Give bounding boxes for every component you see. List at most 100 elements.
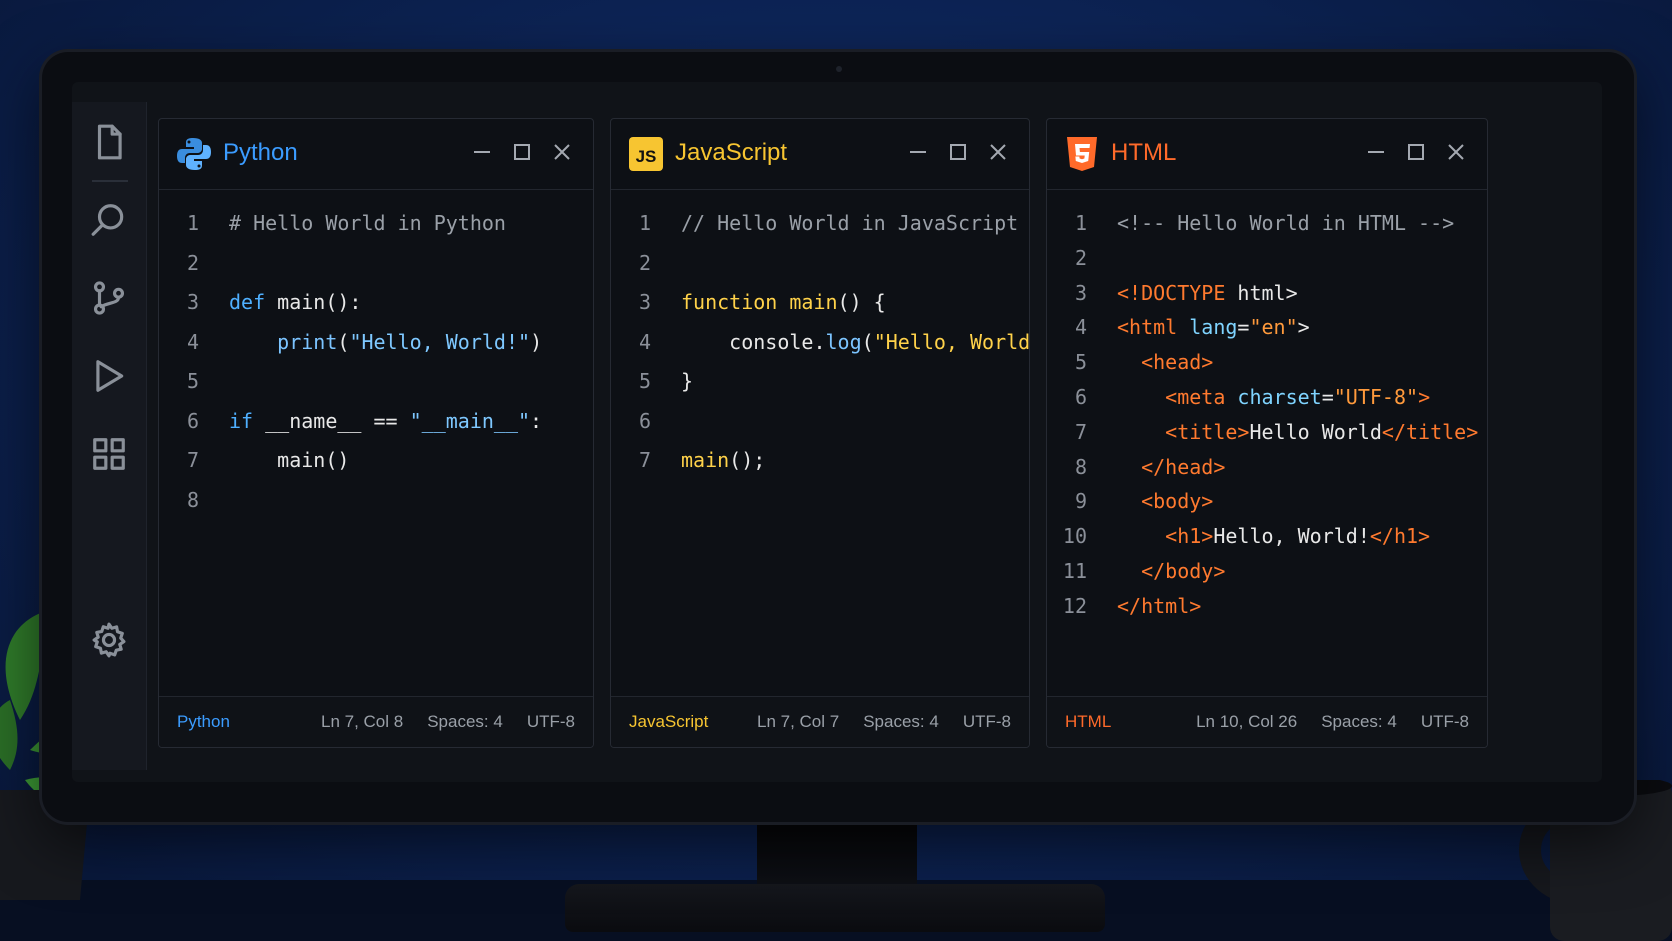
status-encoding[interactable]: UTF-8 [527,712,575,732]
line-number: 2 [186,250,199,275]
line-number: 6 [186,408,199,433]
code-token: Hello, World! [1213,524,1370,549]
code-token: log [825,329,862,354]
code-line[interactable]: if __name__ == "__main__": [229,409,542,433]
html5-logo-icon [1067,137,1097,171]
editor-title: Python [223,139,298,166]
line-number: 12 [1062,593,1087,618]
maximize-icon[interactable] [947,141,969,163]
line-number: 8 [1074,454,1087,479]
code-token: print [277,329,338,354]
code-line[interactable]: <h1>Hello, World!</h1> [1117,524,1430,548]
code-line[interactable]: # Hello World in Python [229,211,506,235]
close-icon[interactable] [1445,141,1467,163]
code-token: def [229,290,278,314]
code-token: ( [337,329,350,354]
code-line[interactable]: <body> [1117,489,1213,513]
code-token: lang [1189,315,1238,340]
code-line[interactable]: <!DOCTYPE html> [1117,281,1298,305]
code-token: "Hello, World!" [873,329,1030,354]
code-line[interactable]: main() [229,448,349,472]
code-line[interactable]: <head> [1117,350,1213,374]
code-line[interactable]: main(); [681,448,765,472]
code-line[interactable]: </html> [1117,594,1201,618]
minimize-icon[interactable] [907,141,929,163]
line-number: 6 [638,408,651,433]
activity-bar [72,102,147,770]
code-token: </title> [1381,419,1479,444]
run-debug-icon[interactable] [85,352,133,400]
code-token: </body> [1117,559,1226,583]
code-line[interactable]: } [681,369,693,393]
code-line[interactable]: // Hello World in JavaScript [681,211,1018,235]
code-line[interactable]: </body> [1117,559,1225,583]
source-control-icon[interactable] [85,274,133,322]
code-token: = [1237,315,1250,340]
minimize-icon[interactable] [471,141,493,163]
code-line[interactable]: <!-- Hello World in HTML --> [1117,211,1454,235]
code-token: "UTF-8" [1333,385,1419,409]
code-token: > [1418,385,1431,409]
code-line[interactable]: def main(): [229,290,361,314]
code-line[interactable]: </head> [1117,455,1225,479]
explorer-icon[interactable] [85,118,133,166]
code-line[interactable]: function main() { [681,290,886,314]
monitor: Python 1 # Hello World in Python 2 3 def mai… [42,52,1634,822]
line-number: 8 [186,487,199,512]
code-line[interactable]: <meta charset="UTF-8"> [1117,385,1430,409]
line-number: 11 [1062,559,1087,583]
line-number: 4 [186,329,199,354]
editor-header: JS JavaScript [611,119,1029,190]
code-token: console [729,329,814,354]
code-token: <html [1117,315,1190,340]
line-number: 3 [1074,280,1087,305]
extensions-icon[interactable] [85,430,133,478]
line-number: 7 [186,448,199,472]
line-number: 7 [1074,419,1087,444]
status-encoding[interactable]: UTF-8 [963,712,1011,732]
close-icon[interactable] [987,141,1009,163]
line-number: 4 [1074,315,1087,340]
line-number: 3 [186,290,199,314]
code-line[interactable]: print("Hello, World!") [229,330,542,354]
code-token: > [1285,280,1298,305]
code-token: <body> [1117,489,1214,514]
code-line[interactable]: console.log("Hello, World!"); [681,329,1030,354]
status-cursor-position[interactable]: Ln 7, Col 7 [757,712,839,732]
editor-header: HTML [1047,119,1487,190]
maximize-icon[interactable] [511,141,533,163]
code-token: main [277,290,326,314]
settings-gear-icon[interactable] [85,616,133,664]
code-token: main() [277,448,350,472]
svg-text:JS: JS [636,147,657,166]
line-number: 6 [1074,385,1087,409]
status-encoding[interactable]: UTF-8 [1421,712,1469,732]
status-indentation[interactable]: Spaces: 4 [427,712,503,732]
code-line[interactable]: <title>Hello World</title> [1117,420,1478,444]
editor-title: HTML [1111,139,1177,166]
search-icon[interactable] [85,196,133,244]
status-language[interactable]: Python [177,712,230,732]
status-indentation[interactable]: Spaces: 4 [1321,712,1397,732]
code-token: // Hello World in JavaScript [681,211,1019,235]
code-token: } [681,369,694,393]
status-language[interactable]: JavaScript [629,712,708,732]
close-icon[interactable] [551,141,573,163]
minimize-icon[interactable] [1365,141,1387,163]
code-token: ) [530,329,543,354]
status-cursor-position[interactable]: Ln 7, Col 8 [321,712,403,732]
js-logo-icon: JS [629,137,663,171]
code-token: <!-- Hello World in HTML --> [1117,211,1455,235]
activity-separator [92,180,128,182]
status-indentation[interactable]: Spaces: 4 [863,712,939,732]
code-line[interactable]: <html lang="en"> [1117,315,1310,339]
status-cursor-position[interactable]: Ln 10, Col 26 [1196,712,1297,732]
code-token: ( [861,329,874,354]
code-token: "__main__" [409,408,531,433]
code-token: <head> [1117,350,1214,375]
maximize-icon[interactable] [1405,141,1427,163]
status-language[interactable]: HTML [1065,712,1111,732]
